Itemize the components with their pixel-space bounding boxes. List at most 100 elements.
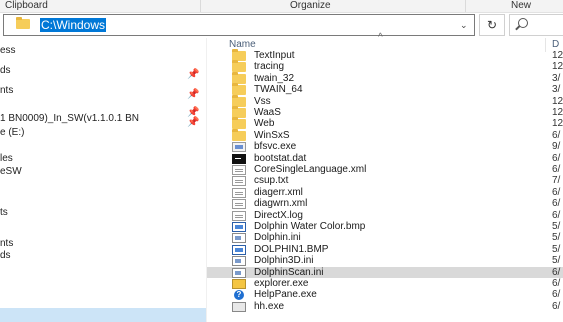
file-name: Vss [254, 95, 271, 107]
file-name: DolphinScan.ini [254, 266, 324, 278]
file-date: 5/ [552, 232, 561, 244]
nav-item-label: ds [0, 250, 11, 261]
file-date: 6/ [552, 300, 561, 312]
file-date: 6/ [552, 266, 561, 278]
file-name: WinSxS [254, 129, 290, 141]
file-row[interactable]: diagwrn.xml 6/ [207, 198, 563, 210]
ribbon-divider [200, 0, 201, 12]
nav-item[interactable]: ds 📌 [0, 61, 206, 81]
file-name: DirectX.log [254, 209, 303, 221]
explorer-icon [232, 279, 246, 289]
xml-icon [232, 165, 246, 175]
folder-icon [16, 17, 30, 29]
file-date: 6/ [552, 209, 561, 221]
file-row[interactable]: Dolphin3D.ini 5/ [207, 255, 563, 267]
file-row[interactable]: tracing 12 [207, 60, 563, 73]
file-date: 12 [552, 107, 563, 118]
file-name: HelpPane.exe [254, 289, 317, 301]
file-row[interactable]: TextInput 12 [207, 49, 563, 61]
file-date: 6/ [552, 278, 561, 289]
log-icon [232, 210, 246, 221]
nav-item[interactable]: ts [0, 203, 206, 223]
file-name: TWAIN_64 [254, 84, 303, 96]
nav-item[interactable] [0, 284, 206, 304]
nav-item-label: ts [0, 207, 8, 218]
file-name: bfsvc.exe [254, 141, 297, 153]
folder-icon [232, 117, 246, 130]
ribbon-organize-label: Organize [290, 0, 331, 11]
file-date: 12 [552, 50, 563, 61]
file-row[interactable]: Web 12 [207, 117, 563, 130]
file-name: explorer.exe [254, 278, 309, 289]
dat-icon [232, 153, 246, 164]
nav-item-label: nts [0, 85, 14, 96]
file-name: csup.txt [254, 175, 289, 187]
ribbon-group-labels: Clipboard Organize New [0, 0, 563, 13]
file-date: 12 [552, 61, 563, 73]
refresh-button[interactable]: ↻ [479, 14, 505, 36]
ribbon-divider [465, 0, 466, 12]
folder-icon [232, 60, 246, 73]
file-name: TextInput [254, 50, 295, 61]
file-row[interactable]: DirectX.log 6/ [207, 210, 563, 221]
file-date: 6/ [552, 152, 561, 164]
file-row[interactable]: Dolphin.ini 5/ [207, 232, 563, 244]
file-row[interactable]: bootstat.dat 6/ [207, 153, 563, 164]
nav-item[interactable]: nts 📌 [0, 81, 206, 101]
file-date: 6/ [552, 129, 561, 141]
file-date: 3/ [552, 84, 561, 96]
address-path-text[interactable]: C:\Windows [40, 18, 107, 32]
file-row[interactable]: explorer.exe 6/ [207, 278, 563, 289]
nav-item[interactable]: ds [0, 246, 206, 266]
nav-item[interactable]: eSW [0, 162, 206, 182]
file-row[interactable]: Vss 12 [207, 94, 563, 107]
file-row[interactable]: DOLPHIN1.BMP 5/ [207, 244, 563, 255]
file-row[interactable]: hh.exe 6/ [207, 301, 563, 312]
nav-item[interactable] [0, 184, 206, 204]
file-date: 6/ [552, 164, 561, 175]
refresh-icon: ↻ [486, 18, 498, 32]
ribbon-new-label: New [511, 0, 532, 11]
file-row[interactable]: Dolphin Water Color.bmp 5/ [207, 221, 563, 232]
file-name: Dolphin Water Color.bmp [254, 221, 366, 232]
exe-icon [232, 142, 246, 153]
file-row[interactable]: twain_32 3/ [207, 71, 563, 84]
file-date: 7/ [552, 175, 561, 187]
bmp-icon [232, 244, 246, 255]
file-name: WaaS [254, 107, 281, 118]
file-name: Web [254, 118, 275, 130]
file-row[interactable]: ? HelpPane.exe 6/ [207, 289, 563, 301]
file-row[interactable]: bfsvc.exe 9/ [207, 141, 563, 153]
nav-item-label: ds [0, 65, 11, 76]
file-name: Dolphin3D.ini [254, 255, 314, 267]
file-name: CoreSingleLanguage.xml [254, 164, 367, 175]
file-name: Dolphin.ini [254, 232, 301, 244]
file-row[interactable]: csup.txt 7/ [207, 175, 563, 187]
file-date: 12 [552, 118, 563, 130]
file-name: bootstat.dat [254, 152, 307, 164]
chevron-down-icon[interactable]: ⌄ [460, 20, 468, 31]
ini-icon [232, 267, 246, 278]
file-row[interactable]: diagerr.xml 6/ [207, 187, 563, 198]
file-row[interactable]: CoreSingleLanguage.xml 6/ [207, 164, 563, 175]
file-row[interactable]: WaaS 12 [207, 106, 563, 118]
file-date: 5/ [552, 243, 561, 255]
address-input[interactable]: C:\Windows ⌄ [3, 14, 475, 36]
search-input[interactable] [509, 14, 563, 36]
nav-item[interactable]: e (E:) [0, 123, 206, 143]
file-row[interactable]: WinSxS 6/ [207, 128, 563, 141]
sort-ascending-icon: ^ [378, 32, 383, 43]
file-date: 6/ [552, 186, 561, 198]
file-name: diagwrn.xml [254, 198, 308, 210]
nav-item[interactable] [0, 308, 206, 322]
file-name: twain_32 [254, 72, 295, 84]
nav-item[interactable]: ess [0, 41, 206, 61]
navigation-pane[interactable]: ess ds 📌 nts 📌 📌 1 BN0009)_In_SW(v1.1.0.1 BN 📌 e… [0, 38, 206, 322]
file-name: hh.exe [254, 300, 285, 312]
file-name: diagerr.xml [254, 186, 303, 198]
nav-item-label: e (E:) [0, 127, 25, 138]
help-icon: ? [234, 290, 244, 301]
folder-icon [232, 83, 246, 96]
file-row[interactable]: TWAIN_64 3/ [207, 83, 563, 96]
file-row[interactable]: DolphinScan.ini 6/ [207, 266, 563, 278]
